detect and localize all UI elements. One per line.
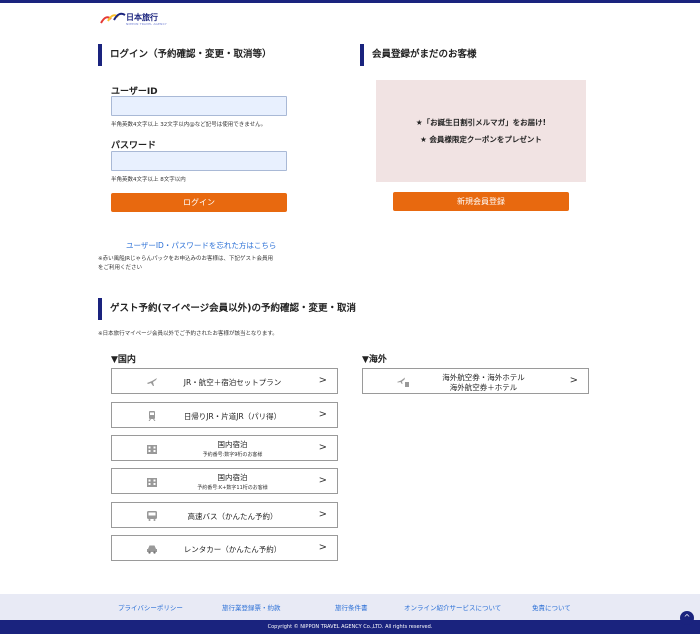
guest-overseas-label-line2: 海外航空券＋ホテル	[449, 383, 518, 392]
guest-dayreturn-jr-button[interactable]: 日帰りJR・片道JR（パリ得） >	[111, 402, 338, 428]
chevron-right-icon: >	[318, 442, 327, 453]
chevron-right-icon: >	[318, 475, 327, 486]
guest-rental-car-label: レンタカー（かんたん予約）	[183, 545, 282, 554]
jalan-pack-note-line2: をご利用ください	[98, 265, 143, 271]
guest-jr-air-hotel-label: JR・航空＋宿泊セットプラン	[183, 378, 282, 387]
logo-mark-icon	[100, 12, 126, 24]
promo-line-birthday: ★「お誕生日割引メルマガ」をお届け!	[415, 118, 547, 127]
password-input[interactable]	[111, 151, 287, 171]
footer-privacy-link[interactable]: プライバシーポリシー	[118, 602, 183, 612]
password-hint: 半角英数4文字以上 8文字以内	[111, 177, 186, 183]
guest-domestic-hotel-k11-button[interactable]: 国内宿泊 予約番号:K+数字11桁のお客様 >	[111, 468, 338, 494]
guest-overseas-air-hotel-button[interactable]: 海外航空券・海外ホテル 海外航空券＋ホテル >	[362, 368, 589, 394]
footer-disclaimer-link[interactable]: 免責について	[532, 602, 571, 612]
guest-domestic-hotel-k11-sub: 予約番号:K+数字11桁のお客様	[197, 485, 268, 491]
forgot-credentials-link[interactable]: ユーザーID・パスワードを忘れた方はこちら	[126, 240, 276, 251]
back-to-top-icon[interactable]: ^	[680, 611, 694, 625]
chevron-right-icon: >	[318, 542, 327, 553]
logo[interactable]: 日本旅行 NIPPON TRAVEL AGENCY	[100, 10, 170, 28]
footer-registration-link[interactable]: 旅行業登録票・約款	[222, 602, 281, 612]
jalan-pack-note: ※赤い風船JRじゃらんパックをお申込みのお客様は、下記ゲスト会員用 をご利用くだ…	[98, 255, 273, 273]
footer-conditions-link[interactable]: 旅行条件書	[335, 602, 368, 612]
jalan-pack-note-line1: ※赤い風船JRじゃらんパックをお申込みのお客様は、下記ゲスト会員用	[98, 256, 274, 262]
user-id-input[interactable]	[111, 96, 287, 116]
login-section-title: ログイン（予約確認・変更・取消等）	[98, 44, 272, 66]
footer-online-service-link[interactable]: オンライン紹介サービスについて	[404, 602, 501, 612]
guest-section-title: ゲスト予約(マイページ会員以外)の予約確認・変更・取消	[98, 298, 356, 320]
password-label: パスワード	[111, 141, 157, 151]
guest-jr-air-hotel-button[interactable]: JR・航空＋宿泊セットプラン >	[111, 368, 338, 394]
guest-highway-bus-label: 高速バス（かんたん予約）	[187, 512, 278, 521]
overseas-heading: ▼海外	[362, 355, 387, 365]
guest-rental-car-button[interactable]: レンタカー（かんたん予約） >	[111, 535, 338, 561]
guest-section-note: ※日本旅行マイページ会員以外でご予約されたお客様が該当となります。	[98, 331, 278, 337]
guest-domestic-hotel-9digit-label: 国内宿泊	[217, 440, 248, 449]
copyright: Copyright © NIPPON TRAVEL AGENCY Co.,LTD…	[0, 620, 700, 634]
top-border	[0, 0, 700, 3]
login-button[interactable]: ログイン	[111, 193, 287, 212]
footer-links-bar: プライバシーポリシー 旅行業登録票・約款 旅行条件書 オンライン紹介サービスにつ…	[0, 594, 700, 620]
member-promo-box: ★「お誕生日割引メルマガ」をお届け! ★ 会員様限定クーポンをプレゼント	[376, 80, 586, 182]
guest-highway-bus-button[interactable]: 高速バス（かんたん予約） >	[111, 502, 338, 528]
guest-dayreturn-jr-label: 日帰りJR・片道JR（パリ得）	[183, 412, 282, 421]
logo-subtext: NIPPON TRAVEL AGENCY	[126, 22, 167, 26]
chevron-right-icon: >	[318, 509, 327, 520]
register-button[interactable]: 新規会員登録	[393, 192, 569, 211]
chevron-right-icon: >	[569, 375, 578, 386]
register-section-title: 会員登録がまだのお客様	[360, 44, 477, 66]
guest-domestic-hotel-9digit-sub: 予約番号:数字9桁のお客様	[202, 452, 263, 458]
guest-domestic-hotel-k11-label: 国内宿泊	[217, 473, 248, 482]
promo-line-coupon: ★ 会員様限定クーポンをプレゼント	[420, 135, 542, 144]
user-id-hint: 半角英数4文字以上 32文字以内@など記号は使用できません。	[111, 122, 267, 128]
guest-domestic-hotel-9digit-button[interactable]: 国内宿泊 予約番号:数字9桁のお客様 >	[111, 435, 338, 461]
domestic-heading: ▼国内	[111, 355, 136, 365]
chevron-right-icon: >	[318, 375, 327, 386]
chevron-right-icon: >	[318, 409, 327, 420]
